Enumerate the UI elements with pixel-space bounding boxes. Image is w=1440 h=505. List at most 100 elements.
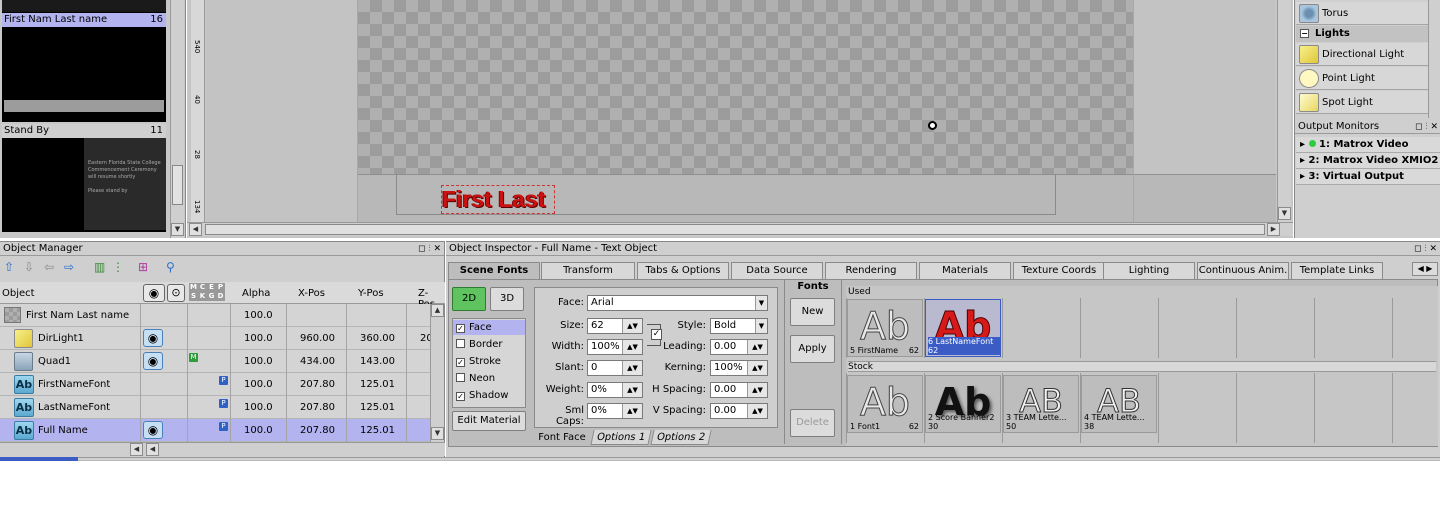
anchor-point-icon[interactable]	[928, 121, 937, 130]
canvas-hscroll[interactable]: ◀ ▶	[187, 222, 1293, 236]
row-alpha[interactable]: 100.0	[244, 373, 273, 396]
library-item-directional-light[interactable]: Directional Light	[1296, 43, 1428, 66]
expand-icon[interactable]: ▸	[1300, 171, 1305, 182]
spinner-icon[interactable]: ▲▼	[747, 404, 767, 418]
checkbox-icon[interactable]: ✓	[456, 324, 465, 333]
library-item-spot-light[interactable]: Spot Light	[1296, 91, 1428, 114]
table-row[interactable]: Ab LastNameFont P 100.0 207.80 125.01	[0, 396, 430, 419]
property-flag-icon[interactable]: P	[219, 399, 228, 408]
row-y-pos[interactable]: 360.00	[360, 327, 395, 350]
apply-font-button[interactable]: Apply	[790, 335, 835, 363]
weight-input[interactable]: 0% ▲▼	[587, 382, 643, 398]
scroll-up-icon[interactable]: ▲	[431, 304, 444, 317]
font-thumb-score-banner2[interactable]: Ab 2 Score Banner2 30	[925, 375, 1001, 433]
check-neon[interactable]: Neon	[453, 371, 525, 386]
new-font-button[interactable]: New	[790, 298, 835, 326]
chevron-down-icon[interactable]: ▼	[755, 296, 767, 310]
material-flag-icon[interactable]: M	[189, 353, 198, 362]
scroll-right-icon[interactable]: ▶	[1267, 223, 1280, 236]
table-row[interactable]: Ab FirstNameFont P 100.0 207.80 125.01	[0, 373, 430, 396]
visibility-eye-icon[interactable]: ◉	[143, 284, 165, 302]
font-thumb-team-letters-38[interactable]: AB 4 TEAM Lette... 38	[1081, 375, 1157, 433]
property-flag-icon[interactable]: P	[219, 422, 228, 431]
ungroup-icon[interactable]: ⋮	[112, 260, 124, 274]
delete-font-button[interactable]: Delete	[790, 409, 835, 437]
font-thumb-font1[interactable]: Ab 1 Font1 62	[847, 375, 923, 433]
spinner-icon[interactable]: ▲▼	[622, 383, 642, 397]
row-x-pos[interactable]: 960.00	[300, 327, 335, 350]
tab-continuous-anim[interactable]: Continuous Anim.	[1197, 262, 1289, 279]
table-row[interactable]: Quad1 ◉ M 100.0 434.00 143.00	[0, 350, 430, 373]
leading-input[interactable]: 0.00 ▲▼	[710, 339, 768, 355]
spinner-icon[interactable]: ▲▼	[622, 361, 642, 375]
table-row[interactable]: ├ DirLight1 ◉ 100.0 960.00 360.00 20	[0, 327, 430, 350]
kerning-input[interactable]: 100% ▲▼	[710, 360, 768, 376]
font-thumb-lastnamefont[interactable]: Ab 6 LastNameFont 62	[925, 299, 1001, 357]
scroll-thumb[interactable]	[172, 165, 183, 205]
tab-template-links[interactable]: Template Links	[1291, 262, 1383, 279]
canvas-vscroll[interactable]: ▼	[1277, 0, 1291, 222]
spinner-icon[interactable]: ▲▼	[622, 319, 642, 333]
spinner-icon[interactable]: ▲▼	[747, 383, 767, 397]
visibility-eye-icon[interactable]: ◉	[143, 352, 163, 370]
edit-material-button[interactable]: Edit Material	[452, 411, 526, 431]
row-x-pos[interactable]: 434.00	[300, 350, 335, 373]
library-section-lights[interactable]: − Lights	[1296, 26, 1428, 42]
checkbox-icon[interactable]: ✓	[456, 358, 465, 367]
scroll-thumb[interactable]	[205, 224, 1265, 235]
row-z-pos[interactable]: 20	[420, 327, 430, 350]
row-y-pos[interactable]: 125.01	[360, 396, 395, 419]
row-alpha[interactable]: 100.0	[244, 327, 273, 350]
expand-icon[interactable]: ▸	[1300, 139, 1305, 150]
hierarchy-icon[interactable]: ⊞	[138, 260, 148, 274]
scroll-left-icon[interactable]: ◀	[189, 223, 202, 236]
panel-controls-icon[interactable]: ◻ ⫶ ✕	[1414, 242, 1437, 256]
playlist-item[interactable]: Stand By 11 Eastern Florida State Colleg…	[2, 124, 166, 232]
tab-rendering[interactable]: Rendering	[825, 262, 917, 279]
scroll-down-icon[interactable]: ▼	[431, 427, 444, 440]
style-select[interactable]: Bold ▼	[710, 318, 768, 334]
lock-icon[interactable]: ⊙	[167, 284, 185, 302]
tab-data-source[interactable]: Data Source	[731, 262, 823, 279]
checkbox-icon[interactable]	[456, 339, 465, 348]
library-item-torus[interactable]: Torus	[1296, 2, 1428, 25]
output-monitor-1[interactable]: ▸ 1: Matrox Video XMIO	[1296, 137, 1440, 166]
scroll-right-icon[interactable]: ◀	[146, 443, 159, 456]
h-spacing-input[interactable]: 0.00 ▲▼	[710, 382, 768, 398]
row-alpha[interactable]: 100.0	[244, 304, 273, 327]
check-shadow[interactable]: ✓ Shadow	[453, 388, 525, 403]
canvas-viewport[interactable]: First Last	[358, 0, 1133, 222]
tab-lighting[interactable]: Lighting	[1103, 262, 1195, 279]
library-item-point-light[interactable]: Point Light	[1296, 67, 1428, 90]
mode-2d-button[interactable]: 2D	[452, 287, 486, 311]
property-flag-icon[interactable]: P	[219, 376, 228, 385]
group-icon[interactable]: ▥	[94, 260, 105, 274]
row-x-pos[interactable]: 207.80	[300, 373, 335, 396]
scroll-down-icon[interactable]: ▼	[171, 223, 184, 236]
tab-transform[interactable]: Transform	[541, 262, 635, 279]
table-row-selected[interactable]: Ab Full Name ◉ P 100.0 207.80 125.01	[0, 419, 430, 442]
font-thumb-team-letters-50[interactable]: AB 3 TEAM Lette... 50	[1003, 375, 1079, 433]
scroll-left-icon[interactable]: ◀	[130, 443, 143, 456]
spinner-icon[interactable]: ▲▼	[747, 340, 767, 354]
playlist-scrollbar[interactable]: ▼	[170, 0, 184, 238]
column-header-object[interactable]: Object	[2, 288, 35, 299]
spinner-icon[interactable]: ▲▼	[622, 340, 642, 354]
library-scrollbar[interactable]	[1428, 0, 1440, 118]
playlist-item[interactable]: First Nam Last name 16	[2, 0, 166, 122]
column-header-alpha[interactable]: Alpha	[242, 288, 270, 299]
size-input[interactable]: 62 ▲▼	[587, 318, 643, 334]
spinner-icon[interactable]: ▲▼	[747, 361, 767, 375]
collapse-icon[interactable]: −	[1300, 29, 1309, 38]
move-right-icon[interactable]: ⇨	[64, 260, 74, 274]
output-monitor-3[interactable]: ▸ 3: Virtual Output	[1296, 169, 1440, 185]
checkbox-icon[interactable]	[456, 373, 465, 382]
row-x-pos[interactable]: 207.80	[300, 396, 335, 419]
mode-3d-button[interactable]: 3D	[490, 287, 524, 311]
subtab-options-2[interactable]: Options 2	[650, 430, 712, 445]
subtab-options-1[interactable]: Options 1	[590, 430, 652, 445]
row-alpha[interactable]: 100.0	[244, 419, 273, 442]
scroll-down-icon[interactable]: ▼	[1278, 207, 1291, 220]
move-down-icon[interactable]: ⇩	[24, 260, 34, 274]
tab-tabs-options[interactable]: Tabs & Options	[637, 262, 729, 279]
